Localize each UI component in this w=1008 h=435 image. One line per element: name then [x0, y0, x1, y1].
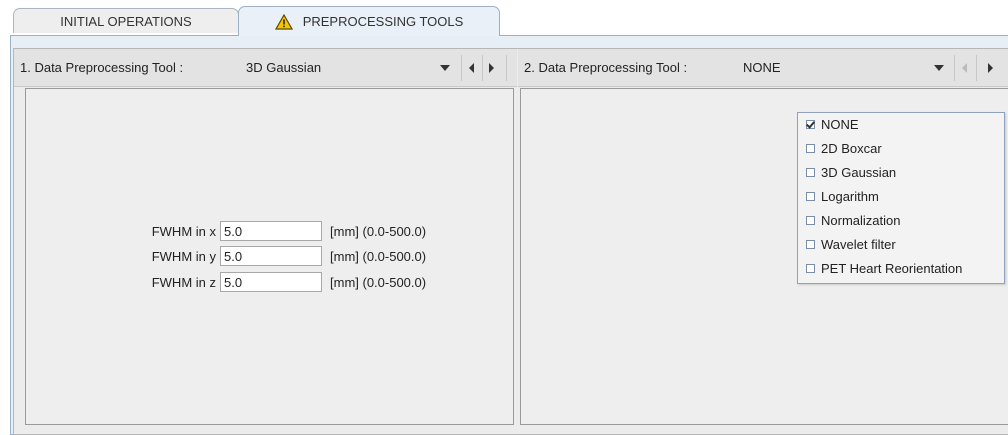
- tool1-dropdown-arrow-icon[interactable]: [440, 65, 450, 71]
- separator: [954, 55, 955, 81]
- tool1-parameters-box: FWHM in x [mm] (0.0-500.0) FWHM in y [mm…: [25, 88, 514, 425]
- fwhm-y-input[interactable]: [220, 246, 322, 266]
- menu-item-none[interactable]: NONE: [798, 113, 1004, 136]
- menu-item-logarithm[interactable]: Logarithm: [798, 185, 1004, 208]
- tab-label: PREPROCESSING TOOLS: [302, 14, 464, 29]
- fwhm-y-row: FWHM in y [mm] (0.0-500.0): [114, 245, 426, 267]
- menu-item-label: NONE: [821, 117, 859, 132]
- fwhm-x-label: FWHM in x: [151, 223, 216, 239]
- separator: [461, 55, 462, 81]
- separator: [506, 55, 507, 81]
- menu-item-label: 3D Gaussian: [821, 165, 897, 180]
- menu-item-label: Normalization: [821, 213, 901, 228]
- checkbox-icon: [806, 264, 815, 273]
- tool2-dropdown-arrow-icon[interactable]: [934, 65, 944, 71]
- menu-item-label: 2D Boxcar: [821, 141, 882, 156]
- tool1-selected-value[interactable]: 3D Gaussian: [246, 60, 321, 75]
- menu-item-label: PET Heart Reorientation: [821, 261, 963, 276]
- menu-item-normalization[interactable]: Normalization: [798, 209, 1004, 232]
- checkbox-icon: [806, 144, 815, 153]
- tool2-previous-arrow-icon[interactable]: [962, 63, 967, 73]
- tool2-next-arrow-icon[interactable]: [988, 63, 993, 73]
- fwhm-x-row: FWHM in x [mm] (0.0-500.0): [114, 220, 426, 242]
- separator: [976, 55, 977, 81]
- fwhm-y-label: FWHM in y: [151, 248, 216, 264]
- tool2-selected-value[interactable]: NONE: [743, 60, 781, 75]
- tool1-header: 1. Data Preprocessing Tool : 3D Gaussian: [14, 49, 517, 87]
- tool2-dropdown-menu: NONE 2D Boxcar 3D Gaussian Logarithm Nor…: [797, 112, 1005, 284]
- checkbox-icon: [806, 240, 815, 249]
- checkbox-icon: [806, 192, 815, 201]
- checked-checkbox-icon: [806, 120, 815, 129]
- tab-initial-operations[interactable]: INITIAL OPERATIONS: [13, 8, 239, 33]
- checkbox-icon: [806, 216, 815, 225]
- fwhm-z-input[interactable]: [220, 272, 322, 292]
- tab-bar: INITIAL OPERATIONS PREPROCESSING TOOLS: [0, 0, 1008, 40]
- fwhm-x-range: [mm] (0.0-500.0): [330, 223, 427, 239]
- tool1-label: 1. Data Preprocessing Tool :: [20, 60, 184, 75]
- fwhm-z-label: FWHM in z: [151, 274, 216, 290]
- fwhm-y-range: [mm] (0.0-500.0): [330, 248, 427, 264]
- tab-label: INITIAL OPERATIONS: [60, 13, 192, 29]
- fwhm-z-row: FWHM in z [mm] (0.0-500.0): [114, 271, 426, 293]
- tool1-previous-arrow-icon[interactable]: [469, 63, 474, 73]
- separator: [482, 55, 483, 81]
- fwhm-z-range: [mm] (0.0-500.0): [330, 274, 427, 290]
- tool1-next-arrow-icon[interactable]: [489, 63, 494, 73]
- tool2-label: 2. Data Preprocessing Tool :: [524, 60, 688, 75]
- warning-icon: [274, 13, 293, 30]
- menu-item-pet-heart-reorientation[interactable]: PET Heart Reorientation: [798, 257, 1004, 280]
- menu-item-label: Wavelet filter: [821, 237, 896, 252]
- menu-item-3d-gaussian[interactable]: 3D Gaussian: [798, 161, 1004, 184]
- tab-preprocessing-tools[interactable]: PREPROCESSING TOOLS: [238, 6, 500, 36]
- menu-item-2d-boxcar[interactable]: 2D Boxcar: [798, 137, 1004, 160]
- checkbox-icon: [806, 168, 815, 177]
- tool2-header: 2. Data Preprocessing Tool : NONE: [518, 49, 1008, 87]
- menu-item-label: Logarithm: [821, 189, 879, 204]
- menu-item-wavelet-filter[interactable]: Wavelet filter: [798, 233, 1004, 256]
- fwhm-x-input[interactable]: [220, 221, 322, 241]
